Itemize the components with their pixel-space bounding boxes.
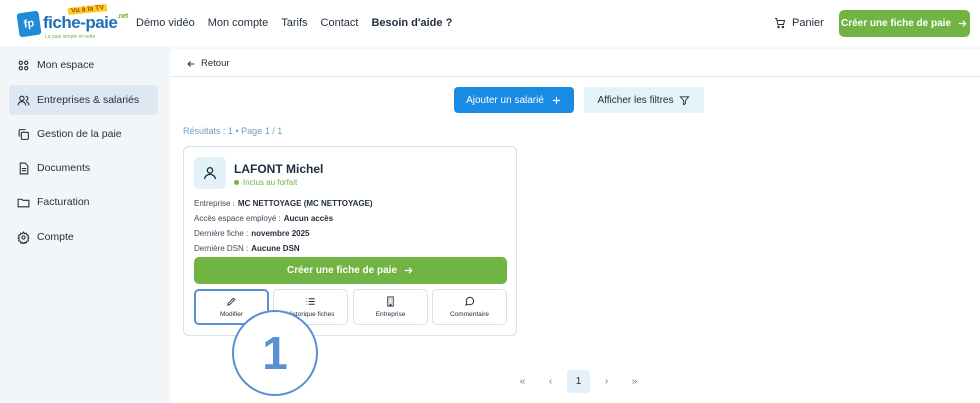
company-label: Entreprise (375, 311, 406, 318)
sidebar-item-gestion-paie[interactable]: Gestion de la paie (9, 119, 158, 149)
cart-label: Panier (792, 17, 824, 29)
divider (170, 76, 980, 77)
sidebar-item-label: Compte (37, 231, 74, 243)
sidebar-item-entreprises[interactable]: Entreprises & salariés (9, 85, 158, 115)
company-button[interactable]: Entreprise (353, 289, 428, 325)
arrow-left-icon (187, 60, 195, 67)
logo-mark: fp (16, 10, 42, 38)
info-label: Entreprise : (194, 199, 235, 208)
info-label: Dernière fiche : (194, 229, 249, 238)
sidebar-item-compte[interactable]: Compte (9, 222, 158, 252)
pagination-next-button[interactable]: › (595, 370, 618, 393)
arrow-right-icon (958, 20, 967, 27)
sidebar: Mon espace Entreprises & salariés Gestio… (0, 46, 167, 403)
card-create-payslip-button[interactable]: Créer une fiche de paie (194, 257, 507, 284)
info-value: Aucune DSN (251, 244, 300, 253)
info-label: Accès espace employé : (194, 214, 281, 223)
info-label: Dernière DSN : (194, 244, 249, 253)
nav-mon-compte[interactable]: Mon compte (208, 17, 269, 29)
sidebar-item-label: Documents (37, 162, 91, 174)
logo[interactable]: fp fiche-paie.net Vu à la TV La paie sim… (16, 3, 128, 40)
grid-icon (18, 60, 29, 70)
card-cta-label: Créer une fiche de paie (286, 265, 398, 276)
info-row-entreprise: Entreprise : MC NETTOYAGE (MC NETTOYAGE) (194, 199, 373, 208)
add-employee-button[interactable]: Ajouter un salarié (454, 87, 574, 113)
sidebar-item-label: Entreprises & salariés (37, 94, 140, 106)
pagination-first-button[interactable]: « (511, 370, 534, 393)
back-link[interactable]: Retour (186, 58, 230, 69)
employee-card: LAFONT Michel Inclus au forfait Entrepri… (183, 146, 517, 336)
edit-label: Modifier (219, 311, 244, 318)
results-summary: Résultats : 1 • Page 1 / 1 (183, 126, 283, 136)
pagination: « ‹ 1 › » (511, 370, 651, 393)
nav-contact[interactable]: Contact (321, 17, 359, 29)
info-value: novembre 2025 (251, 229, 310, 238)
employee-name: LAFONT Michel (234, 162, 324, 176)
sidebar-item-label: Facturation (37, 196, 90, 208)
plus-icon (552, 96, 561, 104)
info-row-derniere-dsn: Dernière DSN : Aucune DSN (194, 244, 300, 253)
show-filters-button[interactable]: Afficher les filtres (584, 87, 704, 113)
back-label: Retour (201, 58, 230, 69)
pagination-last-button[interactable]: » (623, 370, 646, 393)
sidebar-item-label: Mon espace (37, 59, 95, 71)
comment-label: Commentaire (449, 311, 489, 318)
main-nav: Démo vidéo Mon compte Tarifs Contact Bes… (136, 17, 465, 29)
pagination-prev-button[interactable]: ‹ (539, 370, 562, 393)
arrow-right-icon (404, 267, 413, 274)
user-icon (204, 167, 216, 180)
folder-icon (17, 198, 30, 207)
avatar (194, 157, 226, 189)
status-badge: Inclus au forfait (234, 178, 297, 187)
sidebar-item-facturation[interactable]: Facturation (9, 187, 158, 217)
status-dot-icon (234, 180, 239, 185)
nav-help[interactable]: Besoin d'aide ? (371, 17, 452, 29)
status-label: Inclus au forfait (243, 178, 298, 187)
pencil-icon (227, 297, 236, 306)
info-value: MC NETTOYAGE (MC NETTOYAGE) (237, 199, 373, 208)
add-employee-label: Ajouter un salarié (466, 94, 544, 106)
list-icon (306, 298, 315, 305)
filter-icon (679, 95, 691, 105)
users-icon (17, 95, 30, 105)
comment-icon (465, 296, 475, 306)
logo-tagline: La paie simple et nette (45, 34, 96, 40)
info-value: Aucun accès (283, 214, 334, 223)
header-cta-label: Créer une fiche de paie (840, 18, 952, 29)
info-row-derniere-fiche: Dernière fiche : novembre 2025 (194, 229, 310, 238)
comment-button[interactable]: Commentaire (432, 289, 507, 325)
nav-tarifs[interactable]: Tarifs (281, 17, 307, 29)
header-create-payslip-button[interactable]: Créer une fiche de paie (839, 10, 970, 37)
building-icon (387, 296, 394, 307)
pagination-current-page[interactable]: 1 (567, 370, 590, 393)
step-marker: 1 (232, 310, 318, 396)
cart-icon (775, 18, 786, 29)
nav-demo-video[interactable]: Démo vidéo (136, 17, 195, 29)
sidebar-item-label: Gestion de la paie (37, 128, 122, 140)
logo-name: fiche-paie.net (43, 13, 128, 32)
sidebar-item-mon-espace[interactable]: Mon espace (9, 50, 158, 80)
gear-icon (17, 230, 30, 244)
show-filters-label: Afficher les filtres (597, 94, 674, 106)
cart-link[interactable]: Panier (774, 17, 824, 29)
info-row-acces: Accès espace employé : Aucun accès (194, 214, 333, 223)
document-icon (19, 162, 29, 174)
copy-icon (18, 128, 29, 140)
sidebar-item-documents[interactable]: Documents (9, 153, 158, 183)
top-header: fp fiche-paie.net Vu à la TV La paie sim… (0, 0, 980, 46)
